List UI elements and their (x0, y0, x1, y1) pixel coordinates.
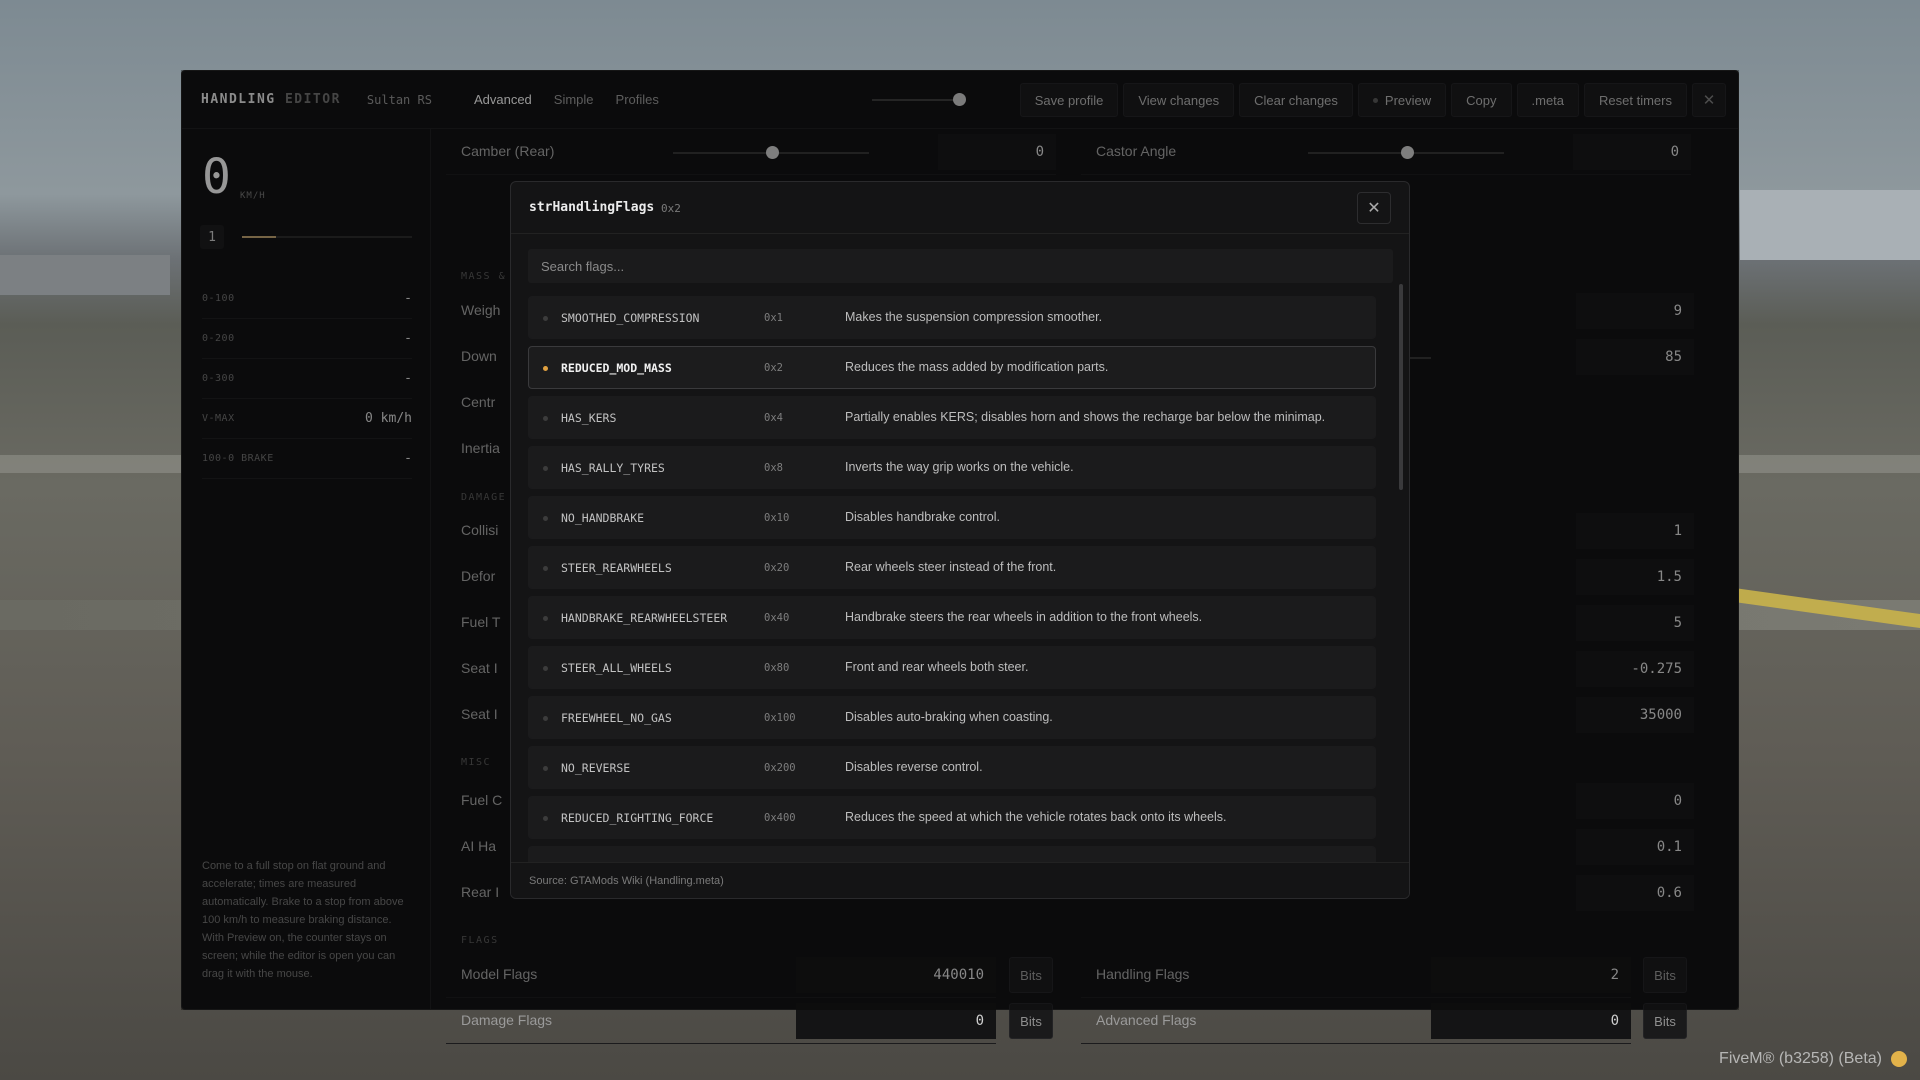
flag-row[interactable]: NO_REVERSE 0x200 Disables reverse control. (528, 746, 1376, 789)
flag-description: Disables auto-braking when coasting. (845, 710, 1053, 724)
flag-state-icon (543, 766, 548, 771)
flag-row[interactable]: REDUCED_RIGHTING_FORCE 0x400 Reduces the s… (528, 796, 1376, 839)
modal-header: strHandlingFlags 0x2 ✕ (511, 182, 1409, 234)
flag-hex: 0x20 (764, 562, 790, 574)
flag-state-icon (543, 466, 548, 471)
flag-hex: 0x8 (764, 462, 783, 474)
flag-list: SMOOTHED_COMPRESSION 0x1 Makes the suspens… (528, 296, 1376, 898)
flag-state-icon (543, 666, 548, 671)
flags-modal: strHandlingFlags 0x2 ✕ SMOOTHED_COMPRESS… (510, 181, 1410, 899)
flag-hex: 0x100 (764, 712, 796, 724)
flag-name: HAS_RALLY_TYRES (561, 461, 665, 475)
flag-hex: 0x1 (764, 312, 783, 324)
flag-row[interactable]: NO_HANDBRAKE 0x10 Disables handbrake contr… (528, 496, 1376, 539)
flag-name: NO_REVERSE (561, 761, 631, 775)
flag-name: NO_HANDBRAKE (561, 511, 645, 525)
flag-name: HAS_KERS (561, 411, 617, 425)
flag-description: Disables handbrake control. (845, 510, 1000, 524)
fivem-build-label: FiveM® (b3258) (Beta) (1719, 1050, 1882, 1067)
flag-name: REDUCED_RIGHTING_FORCE (561, 811, 714, 825)
flag-name: STEER_ALL_WHEELS (561, 661, 672, 675)
flag-row[interactable]: REDUCED_MOD_MASS 0x2 Reduces the mass adde… (528, 346, 1376, 389)
flag-description: Rear wheels steer instead of the front. (845, 560, 1057, 574)
flag-hex: 0x40 (764, 612, 790, 624)
flag-state-icon (543, 316, 548, 321)
flag-row[interactable]: STEER_ALL_WHEELS 0x80 Front and rear wheel… (528, 646, 1376, 689)
background-building (0, 255, 170, 295)
flag-name: SMOOTHED_COMPRESSION (561, 311, 700, 325)
modal-footer: Source: GTAMods Wiki (Handling.meta) (511, 862, 1409, 898)
flag-hex: 0x4 (764, 412, 783, 424)
flag-description: Reduces the speed at which the vehicle r… (845, 810, 1227, 824)
source-note: Source: GTAMods Wiki (Handling.meta) (529, 875, 724, 887)
fivem-logo-icon (1891, 1051, 1907, 1067)
flag-description: Makes the suspension compression smoothe… (845, 310, 1103, 324)
flag-state-icon (543, 616, 548, 621)
flag-row[interactable]: HANDBRAKE_REARWHEELSTEER 0x40 Handbrake st… (528, 596, 1376, 639)
flag-hex: 0x80 (764, 662, 790, 674)
flag-state-icon (543, 516, 548, 521)
flag-hex: 0x400 (764, 812, 796, 824)
flag-row[interactable]: FREEWHEEL_NO_GAS 0x100 Disables auto-braki… (528, 696, 1376, 739)
flag-name: FREEWHEEL_NO_GAS (561, 711, 672, 725)
flag-description: Disables reverse control. (845, 760, 983, 774)
flag-description: Inverts the way grip works on the vehicl… (845, 460, 1074, 474)
flag-state-icon (543, 416, 548, 421)
flag-hex: 0x10 (764, 512, 790, 524)
flag-state-icon (543, 566, 548, 571)
flag-row[interactable]: HAS_KERS 0x4 Partially enables KERS; disab… (528, 396, 1376, 439)
field-label: Damage Flags (461, 1012, 553, 1028)
flag-row[interactable]: SMOOTHED_COMPRESSION 0x1 Makes the suspens… (528, 296, 1376, 339)
flag-hex: 0x200 (764, 762, 796, 774)
flag-description: Reduces the mass added by modification p… (845, 360, 1109, 374)
flag-row[interactable]: HAS_RALLY_TYRES 0x8 Inverts the way grip w… (528, 446, 1376, 489)
flag-state-icon (543, 366, 548, 371)
flag-name: STEER_REARWHEELS (561, 561, 672, 575)
flag-state-icon (543, 816, 548, 821)
flag-list-scrollbar[interactable] (1399, 284, 1403, 872)
flag-row[interactable]: STEER_REARWHEELS 0x20 Rear wheels steer in… (528, 546, 1376, 589)
modal-close-button[interactable]: ✕ (1357, 192, 1391, 224)
flag-state-icon (543, 716, 548, 721)
flag-description: Partially enables KERS; disables horn an… (845, 410, 1326, 424)
scrollbar-thumb[interactable] (1399, 284, 1403, 490)
flag-search-input[interactable] (528, 249, 1393, 283)
flag-name: HANDBRAKE_REARWHEELSTEER (561, 611, 728, 625)
flag-description: Front and rear wheels both steer. (845, 660, 1029, 674)
modal-title: strHandlingFlags (529, 200, 655, 215)
background-building (1740, 190, 1920, 260)
flag-hex: 0x2 (764, 362, 783, 374)
flag-description: Handbrake steers the rear wheels in addi… (845, 610, 1203, 624)
flag-name: REDUCED_MOD_MASS (561, 361, 672, 375)
modal-hex-value: 0x2 (661, 202, 681, 215)
field-label: Advanced Flags (1096, 1012, 1197, 1028)
